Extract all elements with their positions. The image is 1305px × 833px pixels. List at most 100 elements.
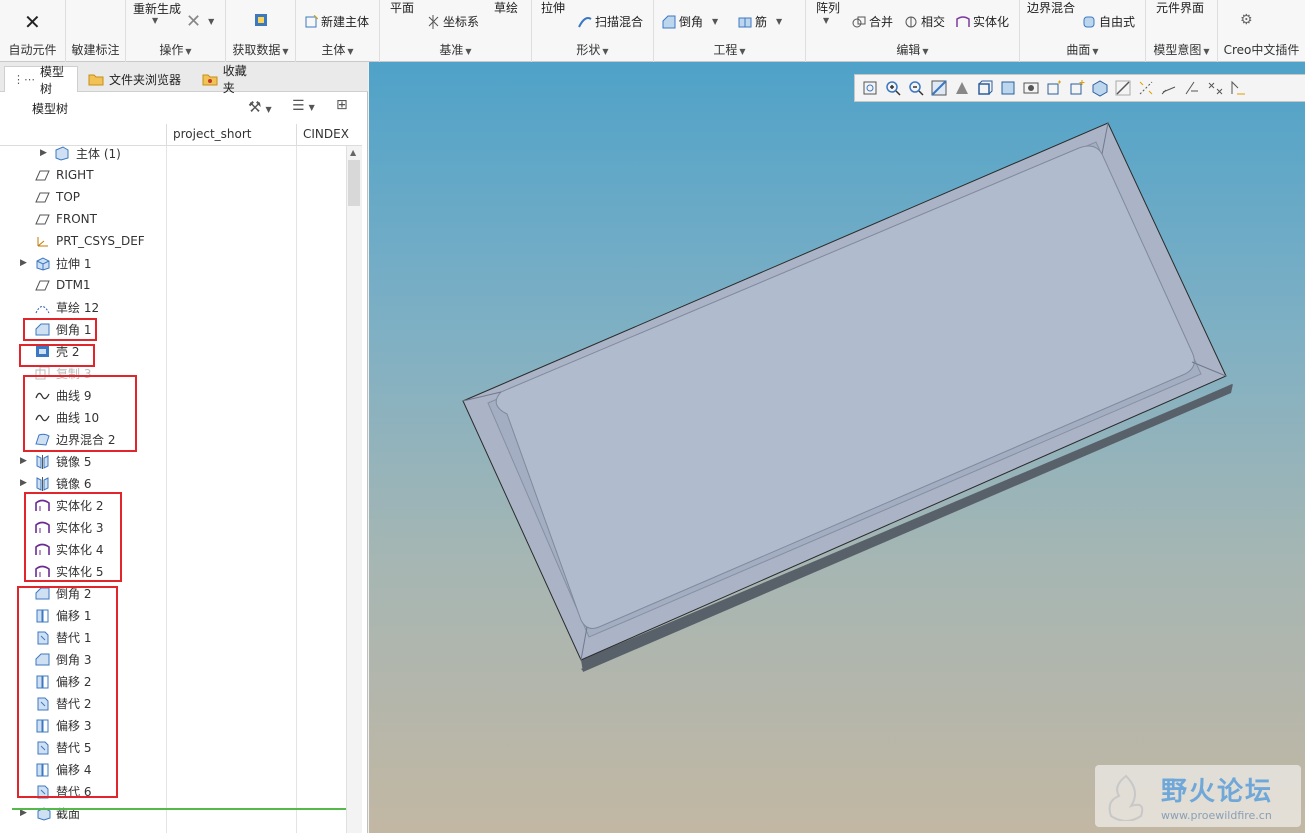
tools-icon[interactable]: ⚒ ▼ bbox=[248, 98, 272, 116]
tree-scrollbar[interactable]: ▲ bbox=[346, 146, 362, 833]
freestyle-label: 自由式 bbox=[1099, 15, 1136, 29]
delete-icon[interactable]: ✕ ▼ bbox=[186, 11, 214, 32]
ribbon-group-label: 获取数据 bbox=[232, 43, 281, 57]
tab-favorites[interactable]: 收藏夹 bbox=[194, 64, 266, 95]
insert-here-line[interactable] bbox=[12, 808, 346, 810]
ribbon-group-label: Creo中文插件 bbox=[1223, 43, 1300, 57]
datum-plane-icon bbox=[35, 192, 50, 202]
plane-button[interactable]: 平面 bbox=[390, 0, 414, 16]
graphics-viewport[interactable]: 野火论坛 www.proewildfire.cn bbox=[369, 62, 1305, 833]
favorites-icon bbox=[202, 74, 218, 86]
close-icon[interactable]: ✕ bbox=[24, 10, 41, 34]
ribbon-group-label-wrap: 基准 ▼ bbox=[380, 41, 531, 58]
new-body-button[interactable]: 新建主体 bbox=[304, 13, 369, 30]
column-project-short[interactable]: project_short bbox=[173, 127, 252, 141]
watermark-title: 野火论坛 bbox=[1161, 777, 1274, 807]
chevron-down-icon[interactable]: ▼ bbox=[602, 47, 608, 56]
chevron-down-icon: ▼ bbox=[823, 16, 830, 25]
sketch-label: 草绘 bbox=[494, 1, 519, 15]
intersect-icon bbox=[905, 16, 917, 27]
tree-item[interactable]: ▶ 拉伸 1 bbox=[0, 252, 166, 274]
chevron-down-icon[interactable]: ▼ bbox=[1092, 47, 1098, 56]
ribbon-group-label-wrap: 形状 ▼ bbox=[532, 41, 653, 58]
expand-arrow-icon[interactable]: ▶ bbox=[20, 456, 27, 466]
scroll-up-icon[interactable]: ▲ bbox=[350, 148, 356, 157]
regenerate-label: 重新生成 bbox=[133, 2, 182, 16]
chevron-down-icon[interactable]: ▼ bbox=[739, 47, 745, 56]
csys-icon bbox=[37, 236, 48, 246]
solidify-button[interactable]: 实体化 bbox=[956, 13, 1009, 30]
column-cindex[interactable]: CINDEX bbox=[303, 127, 349, 141]
sketch-button[interactable]: 草绘 bbox=[494, 0, 518, 16]
tree-item[interactable]: PRT_CSYS_DEF bbox=[0, 230, 166, 252]
ribbon-group-label: 主体 bbox=[321, 43, 346, 57]
chevron-down-icon[interactable]: ▼ bbox=[282, 47, 288, 56]
settings-list-icon[interactable]: ☰ ▼ bbox=[292, 98, 315, 114]
chevron-down-icon[interactable]: ▼ bbox=[465, 47, 471, 56]
regenerate-button[interactable]: 重新生成 bbox=[133, 0, 181, 17]
tree-item[interactable]: DTM1 bbox=[0, 274, 166, 296]
chevron-down-icon: ▼ bbox=[712, 17, 719, 26]
ribbon-group-shapes: 拉伸 扫描混合 形状 ▼ bbox=[532, 0, 654, 62]
tree-item[interactable]: ▶ 镜像 5 bbox=[0, 450, 166, 472]
gear-icon[interactable]: ⚙ bbox=[1240, 12, 1253, 28]
ribbon-group-label: 自动元件 bbox=[8, 43, 57, 57]
ribbon-group-creo-plugin: ⚙ Creo中文插件 bbox=[1218, 0, 1305, 62]
chamfer-button[interactable]: 倒角 ▼ bbox=[662, 13, 718, 30]
part-model[interactable] bbox=[369, 62, 1305, 833]
tab-label: 文件夹浏览器 bbox=[109, 72, 182, 87]
expand-arrow-icon[interactable]: ▶ bbox=[20, 258, 27, 268]
ribbon-group-label-wrap: 模型意图 ▼ bbox=[1146, 41, 1217, 58]
rib-icon bbox=[738, 17, 752, 27]
tree-item[interactable]: ▶ 镜像 6 bbox=[0, 472, 166, 494]
tree-item[interactable]: ▶ 截面 bbox=[0, 802, 166, 824]
ribbon-group-model-intent: 元件界面 模型意图 ▼ bbox=[1146, 0, 1218, 62]
chevron-down-icon[interactable]: ▼ bbox=[185, 47, 191, 56]
pattern-button[interactable]: 阵列 bbox=[816, 0, 840, 16]
merge-button[interactable]: 合并 bbox=[852, 13, 893, 30]
folder-icon bbox=[88, 74, 104, 86]
tab-model-tree[interactable]: ⋮⋯ 模型树 bbox=[4, 65, 78, 96]
show-columns-icon[interactable]: ⊞ bbox=[336, 97, 348, 113]
ribbon-group-label-wrap: 编辑 ▼ bbox=[806, 41, 1019, 58]
swept-blend-button[interactable]: 扫描混合 bbox=[578, 13, 643, 30]
freestyle-button[interactable]: 自由式 bbox=[1082, 13, 1135, 30]
csys-button[interactable]: 坐标系 bbox=[426, 13, 479, 30]
csys-label: 坐标系 bbox=[443, 15, 480, 29]
pattern-dropdown[interactable]: ▼ bbox=[823, 16, 829, 25]
tree-item[interactable]: TOP bbox=[0, 186, 166, 208]
component-interface-button[interactable]: 元件界面 bbox=[1156, 0, 1204, 16]
rib-button[interactable]: 筋 ▼ bbox=[738, 13, 782, 30]
extrude-button[interactable]: 拉伸 bbox=[541, 0, 565, 16]
highlight-box bbox=[23, 318, 97, 341]
tree-item[interactable]: 草绘 12 bbox=[0, 296, 166, 318]
merge-label: 合并 bbox=[869, 15, 894, 29]
tree-item[interactable]: ▶ 主体 (1) bbox=[0, 146, 166, 164]
tree-item[interactable]: RIGHT bbox=[0, 164, 166, 186]
chevron-down-icon: ▼ bbox=[152, 16, 159, 25]
highlight-box bbox=[17, 586, 118, 798]
expand-arrow-icon[interactable]: ▶ bbox=[20, 478, 27, 488]
boundary-blend-button[interactable]: 边界混合 bbox=[1027, 0, 1075, 16]
scrollbar-thumb[interactable] bbox=[348, 160, 360, 206]
ribbon-group-label: 工程 bbox=[713, 43, 738, 57]
ribbon-group-label: 操作 bbox=[159, 43, 184, 57]
ribbon-group-label-wrap: 曲面 ▼ bbox=[1020, 41, 1145, 58]
tree-item-label: 镜像 5 bbox=[56, 454, 92, 469]
regenerate-dropdown[interactable]: ▼ bbox=[152, 16, 158, 25]
ribbon-group-label-wrap: 主体 ▼ bbox=[296, 41, 379, 58]
new-body-icon bbox=[305, 14, 318, 27]
intersect-button[interactable]: 相交 bbox=[904, 13, 945, 30]
tree-item-label: RIGHT bbox=[56, 168, 94, 182]
expand-arrow-icon[interactable]: ▶ bbox=[40, 148, 47, 158]
chevron-down-icon[interactable]: ▼ bbox=[1203, 47, 1209, 56]
tab-folder-browser[interactable]: 文件夹浏览器 bbox=[80, 66, 192, 92]
tree-item[interactable]: FRONT bbox=[0, 208, 166, 230]
chevron-down-icon[interactable]: ▼ bbox=[347, 47, 353, 56]
mirror-icon bbox=[36, 454, 49, 469]
csys-icon bbox=[428, 14, 439, 29]
ribbon-toolbar: ✕ 自动元件 敏建标注 重新生成 ▼ ✕ ▼ 操作 ▼ 获取数据 ▼ 新建主体 主体 ▼… bbox=[0, 0, 1305, 62]
new-body-label: 新建主体 bbox=[321, 15, 370, 29]
chevron-down-icon[interactable]: ▼ bbox=[922, 47, 928, 56]
get-data-icon[interactable] bbox=[253, 12, 269, 28]
